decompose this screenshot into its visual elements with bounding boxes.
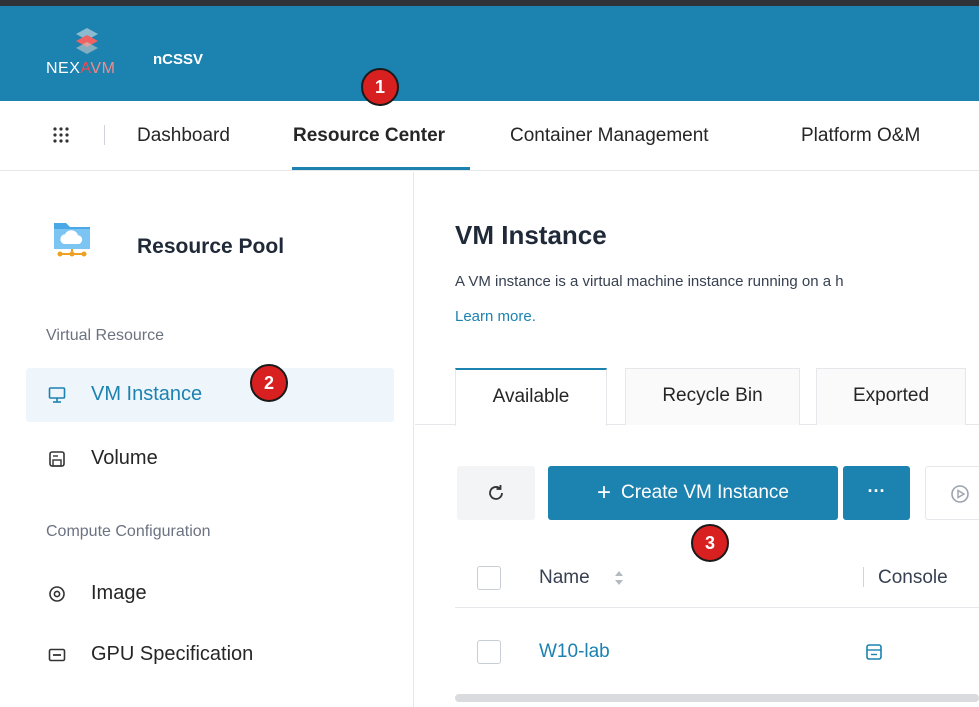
select-all-checkbox[interactable] [477, 566, 501, 590]
table-row: W10-lab [455, 609, 979, 695]
nav-item-resource-center[interactable]: Resource Center [293, 125, 445, 147]
page-description: A VM instance is a virtual machine insta… [455, 273, 844, 290]
header-bar: NEXAVM nCSSV [0, 6, 979, 101]
nav-item-platform-om[interactable]: Platform O&M [801, 125, 920, 147]
app-grid-icon[interactable] [52, 126, 70, 144]
active-nav-underline [292, 167, 470, 170]
logo-layers-icon [76, 28, 98, 54]
gpu-icon [48, 648, 66, 662]
monitor-icon [48, 387, 66, 403]
sidebar-title: Resource Pool [137, 235, 285, 258]
tab-exported[interactable]: Exported [816, 368, 966, 425]
console-icon[interactable] [865, 643, 883, 661]
step-marker-3: 3 [691, 524, 729, 562]
refresh-icon [489, 485, 503, 500]
main-content: VM Instance A VM instance is a virtual m… [415, 172, 979, 707]
volume-icon [49, 451, 65, 467]
sidebar-item-label: GPU Specification [91, 643, 254, 665]
nav-divider [104, 125, 105, 145]
more-actions-button[interactable]: ··· [843, 466, 910, 520]
step-marker-2: 2 [250, 364, 288, 402]
sidebar-item-volume[interactable]: Volume [26, 432, 394, 486]
app-name: nCSSV [153, 51, 204, 68]
sidebar-item-gpu-specification[interactable]: GPU Specification [26, 628, 394, 682]
create-vm-instance-label: Create VM Instance [621, 482, 789, 503]
sidebar-item-label: VM Instance [91, 383, 203, 405]
column-header-console: Console [878, 567, 948, 588]
row-checkbox[interactable] [477, 640, 501, 664]
image-disc-icon [49, 586, 65, 602]
sidebar-group-compute-configuration: Compute Configuration [46, 523, 211, 540]
play-circle-icon [951, 485, 969, 503]
refresh-button[interactable] [457, 466, 535, 520]
sidebar-item-vm-instance[interactable]: VM Instance [26, 368, 394, 422]
nav-item-dashboard[interactable]: Dashboard [137, 125, 230, 147]
nav-item-container-management[interactable]: Container Management [510, 125, 709, 147]
column-divider [863, 567, 864, 587]
start-button[interactable] [925, 466, 979, 520]
resource-pool-cloud-icon [54, 223, 90, 257]
vm-name-link[interactable]: W10-lab [539, 641, 610, 663]
create-vm-instance-button[interactable]: + Create VM Instance [548, 466, 838, 520]
sidebar-group-virtual-resource: Virtual Resource [46, 327, 164, 344]
sidebar: Resource Pool Virtual Resource VM Instan… [0, 172, 414, 707]
logo-text: NEXAVM [46, 60, 116, 77]
horizontal-scrollbar[interactable] [455, 694, 979, 702]
sidebar-item-label: Image [91, 582, 147, 604]
plus-icon: + [597, 479, 612, 506]
tab-recycle-bin[interactable]: Recycle Bin [625, 368, 800, 425]
sidebar-item-label: Volume [91, 447, 158, 469]
top-navigation: Dashboard Resource Center Container Mana… [0, 101, 979, 171]
step-marker-1: 1 [361, 68, 399, 106]
nexavm-logo[interactable]: NEXAVM [46, 26, 146, 86]
page-title: VM Instance [455, 220, 607, 250]
tab-available[interactable]: Available [455, 368, 607, 426]
sort-icon[interactable] [613, 569, 625, 587]
app-window: NEXAVM nCSSV Dashboard Resource Center C… [0, 0, 979, 707]
learn-more-link[interactable]: Learn more. [455, 308, 536, 325]
column-header-name[interactable]: Name [539, 567, 590, 589]
sidebar-item-image[interactable]: Image [26, 567, 394, 621]
